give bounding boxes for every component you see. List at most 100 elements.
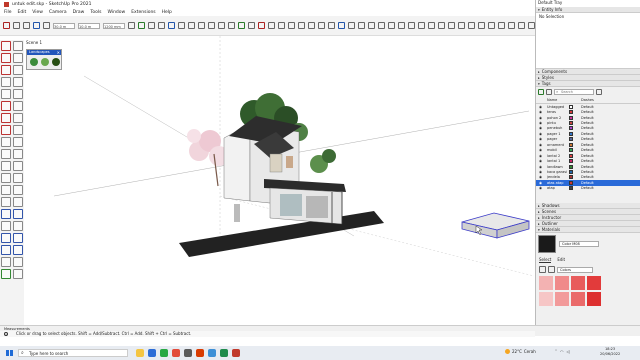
material-swatch-item[interactable] — [587, 276, 601, 290]
rectangle-tool-icon[interactable] — [43, 22, 50, 29]
freehand-icon[interactable] — [13, 65, 23, 75]
material-name-field[interactable]: Color M08 — [559, 241, 599, 247]
taskbar-app-icon[interactable] — [184, 349, 192, 357]
front-view-icon[interactable] — [358, 22, 365, 29]
pie-icon[interactable] — [13, 101, 23, 111]
pencil-icon[interactable] — [1, 65, 11, 75]
add-detail-icon[interactable] — [13, 257, 23, 267]
sandbox-scratch-icon[interactable] — [13, 233, 23, 243]
tag-color-swatch[interactable] — [569, 164, 573, 169]
sandbox-icon[interactable] — [398, 22, 405, 29]
taskbar-app-icon[interactable] — [160, 349, 168, 357]
eye-icon[interactable]: ◉ — [539, 132, 547, 136]
tag-color-swatch[interactable] — [569, 110, 573, 115]
material-swatch-item[interactable] — [587, 292, 601, 306]
menu-extensions[interactable]: Extensions — [131, 10, 155, 15]
line-tool-icon[interactable] — [23, 22, 30, 29]
menu-window[interactable]: Window — [107, 10, 125, 15]
eye-icon[interactable]: ◉ — [539, 137, 547, 141]
speaker-icon[interactable]: ◁ — [567, 349, 570, 354]
menu-draw[interactable]: Draw — [73, 10, 85, 15]
eye-icon[interactable]: ◉ — [539, 170, 547, 174]
menu-tools[interactable]: Tools — [90, 10, 101, 15]
xray-icon[interactable] — [278, 22, 285, 29]
taskbar-search-input[interactable]: Type here to search — [18, 349, 128, 357]
menu-edit[interactable]: Edit — [18, 10, 27, 15]
zoom-icon[interactable] — [218, 22, 225, 29]
eye-icon[interactable]: ◉ — [539, 181, 547, 185]
eraser-tool-icon[interactable] — [13, 53, 23, 63]
eye-icon[interactable]: ◉ — [539, 143, 547, 147]
move-tool-icon[interactable] — [138, 22, 145, 29]
scale-tool-icon[interactable] — [158, 22, 165, 29]
rect-icon[interactable] — [1, 77, 11, 87]
protractor-tool-icon[interactable] — [1, 161, 11, 171]
monochrome-icon[interactable] — [328, 22, 335, 29]
offset-tool-icon[interactable] — [168, 22, 175, 29]
windows-start-icon[interactable] — [6, 350, 13, 356]
dim-icon[interactable] — [13, 149, 23, 159]
section-fill-icon[interactable] — [13, 221, 23, 231]
home-icon[interactable] — [548, 266, 555, 273]
tag-color-swatch[interactable] — [569, 115, 573, 120]
tag-dash[interactable]: Default — [581, 186, 594, 190]
tags-header-dashes[interactable]: Dashes — [581, 98, 594, 102]
taskbar-app-icon[interactable] — [208, 349, 216, 357]
tag-color-swatch[interactable] — [569, 180, 573, 185]
info-icon[interactable]: i — [4, 332, 8, 337]
tab-select[interactable]: Select — [539, 257, 552, 263]
chart-icon[interactable] — [468, 22, 475, 29]
3dtext-icon[interactable] — [13, 173, 23, 183]
misc-tool-icon[interactable] — [13, 269, 23, 279]
tag-color-swatch[interactable] — [569, 104, 573, 109]
tag-color-swatch[interactable] — [569, 153, 573, 158]
shaded-icon[interactable] — [308, 22, 315, 29]
taskbar-app-icon[interactable] — [148, 349, 156, 357]
tag-color-swatch[interactable] — [569, 126, 573, 131]
taskbar-app-icon[interactable] — [196, 349, 204, 357]
scene-tab[interactable]: Scene 1 — [26, 40, 42, 45]
material-library-select[interactable]: Colors — [557, 266, 593, 273]
eye-icon[interactable]: ◉ — [539, 159, 547, 163]
hidden-line-icon[interactable] — [298, 22, 305, 29]
tag-dash[interactable]: Default — [581, 181, 594, 185]
material-swatch-item[interactable] — [555, 276, 569, 290]
tag-color-swatch[interactable] — [569, 131, 573, 136]
menu-file[interactable]: File — [4, 10, 12, 15]
orbit-tool-icon[interactable] — [1, 185, 11, 195]
followme-icon[interactable] — [13, 125, 23, 135]
generate-report-icon[interactable] — [518, 22, 525, 29]
polygon-tool-icon[interactable] — [13, 89, 23, 99]
tape-measure-icon[interactable] — [178, 22, 185, 29]
look-icon[interactable] — [13, 209, 23, 219]
tag-dash[interactable]: Default — [581, 175, 594, 179]
iso-view-icon[interactable] — [338, 22, 345, 29]
tag-dash[interactable]: Default — [581, 154, 594, 158]
tag-dash[interactable]: Default — [581, 148, 594, 152]
zoom-extents-icon[interactable] — [228, 22, 235, 29]
position-camera-icon[interactable] — [508, 22, 515, 29]
landscapes-close-button[interactable]: ✕ — [57, 50, 60, 55]
tree-1-icon[interactable] — [30, 58, 38, 66]
eye-icon[interactable]: ◉ — [539, 165, 547, 169]
cloud-icon[interactable] — [408, 22, 415, 29]
model-viewport[interactable] — [24, 36, 535, 325]
tag-dash[interactable]: Default — [581, 165, 594, 169]
arc-icon[interactable] — [1, 101, 11, 111]
top-view-icon[interactable] — [348, 22, 355, 29]
zoom-tool-icon[interactable] — [1, 197, 11, 207]
unit-field-3[interactable]: 1200 mm — [103, 22, 125, 29]
material-swatch-item[interactable] — [539, 276, 553, 290]
tag-dash[interactable]: Default — [581, 143, 594, 147]
select-icon[interactable] — [1, 41, 11, 51]
text-icon[interactable] — [13, 161, 23, 171]
warehouse-icon[interactable] — [238, 22, 245, 29]
tag-color-swatch[interactable] — [569, 142, 573, 147]
scale-icon[interactable] — [1, 137, 11, 147]
ruby-icon[interactable] — [258, 22, 265, 29]
tag-dash[interactable]: Default — [581, 105, 594, 109]
eraser-icon[interactable] — [13, 22, 20, 29]
tag-dash[interactable]: Default — [581, 132, 594, 136]
paint-icon[interactable] — [1, 53, 11, 63]
make-component-icon[interactable] — [13, 41, 23, 51]
